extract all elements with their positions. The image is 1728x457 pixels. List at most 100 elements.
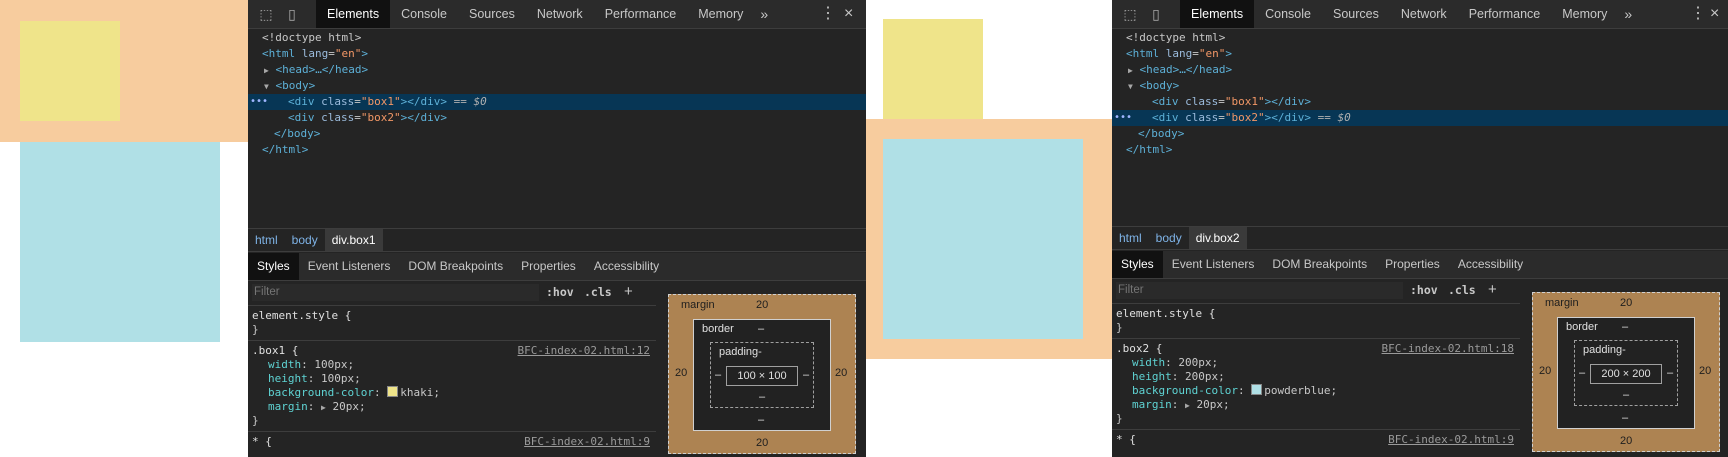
device-toolbar-icon[interactable]: ▯ xyxy=(284,6,300,22)
tab-console[interactable]: Console xyxy=(390,0,458,28)
breadcrumb-body[interactable]: body xyxy=(1149,227,1189,249)
box2-powderblue[interactable] xyxy=(883,139,1083,339)
breadcrumb-body[interactable]: body xyxy=(285,229,325,251)
dom-doctype[interactable]: <!doctype html> xyxy=(1112,30,1728,46)
dom-html-close[interactable]: </html> xyxy=(1112,142,1728,158)
padding-bottom-value[interactable]: – xyxy=(759,391,765,403)
expand-triangle-icon[interactable]: ▶ xyxy=(264,66,269,75)
filter-input[interactable] xyxy=(252,284,539,301)
margin-top-value[interactable]: 20 xyxy=(756,299,768,311)
margin-bottom-value[interactable]: 20 xyxy=(1620,435,1632,447)
kebab-menu-icon[interactable]: ⋮ xyxy=(820,0,836,28)
close-icon[interactable]: × xyxy=(1710,0,1719,28)
breadcrumb-html[interactable]: html xyxy=(1112,227,1149,249)
box-model-margin[interactable]: margin 20 20 20 20 border – – padding- –… xyxy=(1532,292,1720,452)
color-swatch[interactable] xyxy=(1251,384,1263,395)
inspect-element-icon[interactable]: ⬚ xyxy=(258,6,274,22)
rule-width[interactable]: width: 100px; xyxy=(252,358,656,372)
box-model-margin[interactable]: margin 20 20 20 20 border – – padding- –… xyxy=(668,294,856,454)
tab-memory[interactable]: Memory xyxy=(687,0,754,28)
subtab-dom-breakpoints[interactable]: DOM Breakpoints xyxy=(399,253,512,280)
padding-left-value[interactable]: – xyxy=(1579,367,1585,379)
box1-khaki[interactable] xyxy=(883,19,983,119)
tab-elements[interactable]: Elements xyxy=(1180,0,1255,28)
box-model-border[interactable]: border – – padding- – – – 200 × 200 xyxy=(1557,317,1695,429)
box2-rule[interactable]: BFC-index-02.html:18 .box2 { width: 200p… xyxy=(1112,339,1520,430)
dom-head[interactable]: ▶ <head>…</head> xyxy=(248,62,866,78)
element-style-rule[interactable]: element.style { } xyxy=(248,306,656,341)
padding-right-value[interactable]: – xyxy=(803,369,809,381)
border-bottom-value[interactable]: – xyxy=(758,414,764,426)
padding-bottom-value[interactable]: – xyxy=(1623,389,1629,401)
rule-height[interactable]: height: 100px; xyxy=(252,372,656,386)
tab-performance[interactable]: Performance xyxy=(594,0,688,28)
rule-background-color[interactable]: background-color: powderblue; xyxy=(1116,384,1520,398)
more-tabs-chevron-icon[interactable]: » xyxy=(1618,0,1638,28)
dom-html-open[interactable]: <html lang="en"> xyxy=(248,46,866,62)
dom-body-open[interactable]: ▼ <body> xyxy=(248,78,866,94)
dom-body-open[interactable]: ▼ <body> xyxy=(1112,78,1728,94)
dom-doctype[interactable]: <!doctype html> xyxy=(248,30,866,46)
cls-toggle[interactable]: .cls xyxy=(584,284,612,301)
tab-network[interactable]: Network xyxy=(526,0,594,28)
dom-html-close[interactable]: </html> xyxy=(248,142,866,158)
dom-body-close[interactable]: </body> xyxy=(1112,126,1728,142)
margin-left-value[interactable]: 20 xyxy=(675,367,687,379)
border-bottom-value[interactable]: – xyxy=(1622,412,1628,424)
box-model-content[interactable]: 200 × 200 xyxy=(1590,364,1662,384)
box-model-border[interactable]: border – – padding- – – – 100 × 100 xyxy=(693,319,831,431)
rule-width[interactable]: width: 200px; xyxy=(1116,356,1520,370)
margin-bottom-value[interactable]: 20 xyxy=(756,437,768,449)
collapse-triangle-icon[interactable]: ▼ xyxy=(264,82,269,91)
tab-sources[interactable]: Sources xyxy=(1322,0,1390,28)
tab-memory[interactable]: Memory xyxy=(1551,0,1618,28)
plus-icon[interactable]: + xyxy=(1488,281,1497,299)
subtab-properties[interactable]: Properties xyxy=(1376,251,1449,278)
rule-margin[interactable]: margin: ▶ 20px; xyxy=(252,400,656,414)
hov-toggle[interactable]: :hov xyxy=(546,284,574,301)
subtab-event-listeners[interactable]: Event Listeners xyxy=(299,253,400,280)
rule-height[interactable]: height: 200px; xyxy=(1116,370,1520,384)
margin-right-value[interactable]: 20 xyxy=(1699,365,1711,377)
tab-console[interactable]: Console xyxy=(1254,0,1322,28)
tab-performance[interactable]: Performance xyxy=(1458,0,1552,28)
rule-source-link[interactable]: BFC-index-02.html:9 xyxy=(1388,433,1514,446)
more-tabs-chevron-icon[interactable]: » xyxy=(754,0,774,28)
dom-div-box1[interactable]: ••• <div class="box1"></div> == $0 xyxy=(248,94,866,110)
tab-elements[interactable]: Elements xyxy=(316,0,391,28)
subtab-properties[interactable]: Properties xyxy=(512,253,585,280)
hov-toggle[interactable]: :hov xyxy=(1410,282,1438,299)
subtab-styles[interactable]: Styles xyxy=(248,253,299,280)
kebab-menu-icon[interactable]: ⋮ xyxy=(1690,0,1706,28)
dom-div-box1[interactable]: <div class="box1"></div> xyxy=(1112,94,1728,110)
padding-right-value[interactable]: – xyxy=(1667,367,1673,379)
dom-body-close[interactable]: </body> xyxy=(248,126,866,142)
rule-background-color[interactable]: background-color: khaki; xyxy=(252,386,656,400)
color-swatch[interactable] xyxy=(387,386,399,397)
dom-html-open[interactable]: <html lang="en"> xyxy=(1112,46,1728,62)
expand-triangle-icon[interactable]: ▶ xyxy=(1185,401,1190,410)
tab-sources[interactable]: Sources xyxy=(458,0,526,28)
collapse-triangle-icon[interactable]: ▼ xyxy=(1128,82,1133,91)
star-rule[interactable]: BFC-index-02.html:9 * { xyxy=(1112,430,1520,450)
inspect-element-icon[interactable]: ⬚ xyxy=(1122,6,1138,22)
plus-icon[interactable]: + xyxy=(624,283,633,301)
subtab-accessibility[interactable]: Accessibility xyxy=(1449,251,1532,278)
dom-div-box2[interactable]: ••• <div class="box2"></div> == $0 xyxy=(1112,110,1728,126)
cls-toggle[interactable]: .cls xyxy=(1448,282,1476,299)
breadcrumb-html[interactable]: html xyxy=(248,229,285,251)
expand-triangle-icon[interactable]: ▶ xyxy=(321,403,326,412)
box-model-padding[interactable]: padding- – – – 200 × 200 xyxy=(1574,340,1678,406)
subtab-dom-breakpoints[interactable]: DOM Breakpoints xyxy=(1263,251,1376,278)
device-toolbar-icon[interactable]: ▯ xyxy=(1148,6,1164,22)
box2-powderblue[interactable] xyxy=(20,142,220,342)
dom-div-box2[interactable]: <div class="box2"></div> xyxy=(248,110,866,126)
element-style-rule[interactable]: element.style { } xyxy=(1112,304,1520,339)
margin-left-value[interactable]: 20 xyxy=(1539,365,1551,377)
border-top-value[interactable]: – xyxy=(758,323,764,335)
margin-top-value[interactable]: 20 xyxy=(1620,297,1632,309)
subtab-accessibility[interactable]: Accessibility xyxy=(585,253,668,280)
subtab-event-listeners[interactable]: Event Listeners xyxy=(1163,251,1264,278)
box1-khaki[interactable] xyxy=(20,21,120,121)
breadcrumb-div-box2[interactable]: div.box2 xyxy=(1188,227,1247,249)
